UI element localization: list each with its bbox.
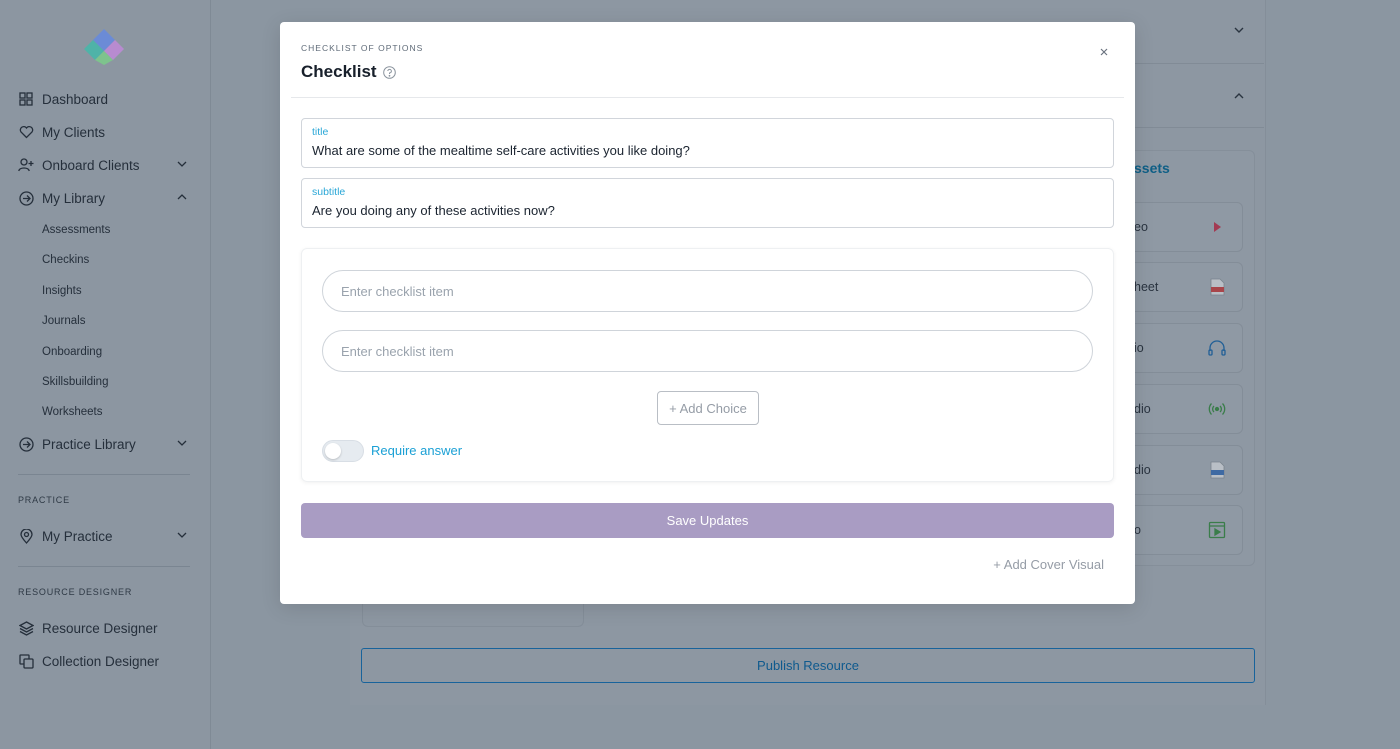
title-field-label: title [312, 126, 329, 138]
checklist-choices-card: + Add Choice Require answer [301, 248, 1114, 482]
pdf-icon [1210, 278, 1225, 296]
add-cover-visual-link[interactable]: + Add Cover Visual [993, 557, 1104, 572]
sidebar-divider [18, 474, 190, 475]
close-icon[interactable] [1097, 45, 1111, 59]
sidebar-item-dashboard[interactable]: Dashboard [18, 88, 194, 110]
subtitle-field[interactable]: subtitle Are you doing any of these acti… [301, 178, 1114, 228]
ai-audio-icon [1208, 340, 1226, 356]
modal-divider [291, 97, 1124, 98]
app-logo[interactable] [84, 27, 124, 65]
grid-icon [18, 91, 34, 107]
checklist-modal: CHECKLIST OF OPTIONS Checklist title Wha… [280, 22, 1135, 604]
sidebar-item-practice-library[interactable]: Practice Library [18, 433, 194, 455]
require-answer-toggle[interactable] [322, 440, 364, 462]
sidebar-item-label: My Clients [42, 124, 106, 140]
sidebar-subitem-insights[interactable]: Insights [42, 285, 82, 297]
sidebar-item-collection-designer[interactable]: Collection Designer [18, 650, 194, 672]
sidebar-item-my-library[interactable]: My Library [18, 187, 194, 209]
modal-overline: CHECKLIST OF OPTIONS [301, 43, 424, 53]
audio-file-icon [1210, 461, 1225, 479]
sidebar-subitem-skillsbuilding[interactable]: Skillsbuilding [42, 376, 108, 388]
subtitle-field-label: subtitle [312, 186, 346, 198]
sidebar-item-my-practice[interactable]: My Practice [18, 525, 194, 547]
modal-title: Checklist [301, 62, 396, 82]
help-circle-icon[interactable] [382, 65, 396, 79]
arrow-circle-icon [18, 190, 34, 206]
chevron-down-icon[interactable] [176, 158, 188, 170]
heart-icon [18, 124, 34, 140]
sidebar: Dashboard My Clients Onboard Clients My … [0, 0, 211, 749]
sidebar-item-label: Collection Designer [42, 653, 160, 669]
copy-icon [18, 653, 34, 669]
section-label-resource-designer: RESOURCE DESIGNER [18, 587, 133, 597]
resource-card [362, 603, 584, 627]
require-answer-label[interactable]: Require answer [371, 443, 462, 458]
sidebar-subitem-journals[interactable]: Journals [42, 315, 85, 327]
video-frame-icon [1208, 521, 1226, 539]
sidebar-subitem-onboarding[interactable]: Onboarding [42, 346, 102, 358]
chevron-up-icon[interactable] [176, 191, 188, 203]
chevron-up-icon[interactable] [1233, 90, 1245, 102]
sidebar-item-my-clients[interactable]: My Clients [18, 121, 194, 143]
play-icon [1214, 222, 1221, 232]
add-choice-button[interactable]: + Add Choice [657, 391, 759, 425]
sidebar-item-label: Dashboard [42, 91, 109, 107]
sidebar-item-label: My Library [42, 190, 106, 206]
sidebar-subitem-assessments[interactable]: Assessments [42, 224, 110, 236]
chevron-down-icon[interactable] [1233, 24, 1245, 36]
chevron-down-icon[interactable] [176, 437, 188, 449]
assets-title: ssets [1134, 160, 1170, 176]
publish-resource-button[interactable]: Publish Resource [361, 648, 1255, 683]
sidebar-item-onboard-clients[interactable]: Onboard Clients [18, 154, 194, 176]
sidebar-item-label: Onboard Clients [42, 157, 140, 173]
chevron-down-icon[interactable] [176, 529, 188, 541]
checklist-item-input[interactable] [322, 330, 1093, 372]
toggle-knob [325, 443, 341, 459]
arrow-circle-icon [18, 436, 34, 452]
checklist-item-input[interactable] [322, 270, 1093, 312]
sidebar-subitem-checkins[interactable]: Checkins [42, 254, 89, 266]
sidebar-item-label: Resource Designer [42, 620, 158, 636]
sidebar-divider [18, 566, 190, 567]
title-field-value[interactable]: What are some of the mealtime self-care … [312, 143, 690, 158]
user-plus-icon [18, 157, 34, 173]
save-updates-button[interactable]: Save Updates [301, 503, 1114, 538]
location-pin-icon [18, 528, 34, 544]
sidebar-item-label: Practice Library [42, 436, 136, 452]
broadcast-icon [1208, 403, 1226, 415]
title-field[interactable]: title What are some of the mealtime self… [301, 118, 1114, 168]
sidebar-subitem-worksheets[interactable]: Worksheets [42, 406, 103, 418]
layers-icon [18, 620, 34, 636]
sidebar-item-label: My Practice [42, 528, 113, 544]
subtitle-field-value[interactable]: Are you doing any of these activities no… [312, 203, 555, 218]
sidebar-item-resource-designer[interactable]: Resource Designer [18, 617, 194, 639]
section-label-practice: PRACTICE [18, 495, 70, 505]
